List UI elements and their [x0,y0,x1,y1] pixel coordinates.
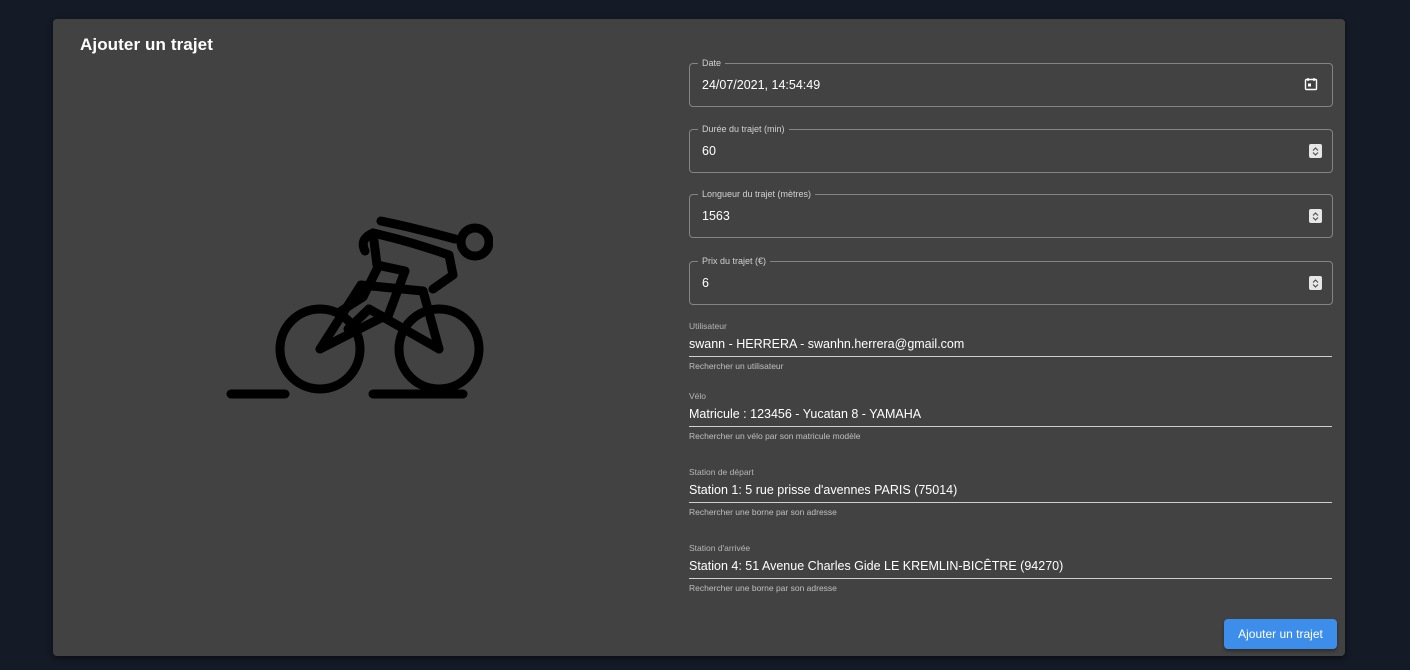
departure-helper-text: Rechercher une borne par son adresse [689,507,837,517]
length-field[interactable]: Longueur du trajet (mètres) 1563 [689,188,1333,238]
length-stepper[interactable] [1309,209,1322,223]
user-label: Utilisateur [689,321,727,331]
bike-helper-text: Rechercher un vélo par son matricule mod… [689,431,861,441]
arrival-input[interactable]: Station 4: 51 Avenue Charles Gide LE KRE… [689,557,1332,579]
stepper-arrows-icon [1312,211,1319,221]
stepper-arrows-icon [1312,278,1319,288]
stepper-arrows-icon [1312,146,1319,156]
arrival-label: Station d'arrivée [689,543,751,553]
bike-label: Vélo [689,391,707,401]
date-value: 24/07/2021, 14:54:49 [702,78,821,92]
duration-field[interactable]: Durée du trajet (min) 60 [689,123,1333,173]
date-field[interactable]: Date 24/07/2021, 14:54:49 [689,57,1333,107]
arrival-helper-text: Rechercher une borne par son adresse [689,583,837,593]
add-trip-button[interactable]: Ajouter un trajet [1224,619,1337,649]
departure-input[interactable]: Station 1: 5 rue prisse d'avennes PARIS … [689,481,1332,503]
length-value: 1563 [702,209,730,223]
user-input[interactable]: swann - HERRERA - swanhn.herrera@gmail.c… [689,335,1332,357]
duration-stepper[interactable] [1309,144,1322,158]
price-label: Prix du trajet (€) [698,255,771,267]
price-stepper[interactable] [1309,276,1322,290]
departure-label: Station de départ [689,467,754,477]
date-label: Date [698,57,726,69]
duration-value: 60 [702,144,716,158]
card-title: Ajouter un trajet [80,35,213,54]
user-helper-text: Rechercher un utilisateur [689,361,784,371]
price-value: 6 [702,276,709,290]
bike-input[interactable]: Matricule : 123456 - Yucatan 8 - YAMAHA [689,405,1332,427]
arrival-autocomplete[interactable]: Station d'arrivée Station 4: 51 Avenue C… [689,543,1332,593]
price-field[interactable]: Prix du trajet (€) 6 [689,255,1333,305]
user-autocomplete[interactable]: Utilisateur swann - HERRERA - swanhn.her… [689,321,1332,371]
cyclist-icon [226,216,493,399]
length-label: Longueur du trajet (mètres) [698,188,816,200]
add-trip-card: Ajouter un trajet Date 24/07/2021, 14:54… [53,19,1345,656]
departure-autocomplete[interactable]: Station de départ Station 1: 5 rue priss… [689,467,1332,517]
calendar-icon[interactable] [1304,77,1318,91]
duration-label: Durée du trajet (min) [698,123,789,135]
bike-autocomplete[interactable]: Vélo Matricule : 123456 - Yucatan 8 - YA… [689,391,1332,441]
